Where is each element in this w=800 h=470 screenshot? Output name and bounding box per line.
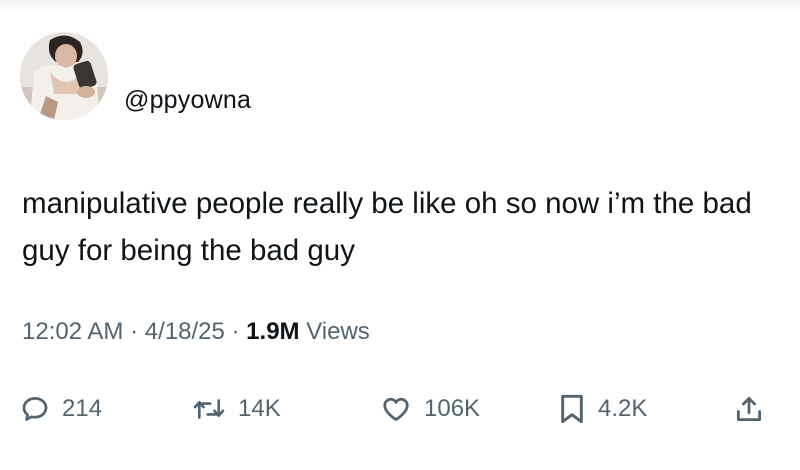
avatar-image [20, 32, 108, 120]
share-upload-icon [737, 397, 761, 421]
tweet-metadata: 12:02 AM · 4/18/25 · 1.9M Views [22, 318, 370, 346]
bookmark-count: 4.2K [598, 395, 648, 422]
reply-count: 214 [62, 395, 103, 422]
like-button[interactable]: 106K [380, 386, 480, 432]
speech-bubble-icon [22, 397, 48, 421]
repost-arrows-icon [193, 399, 225, 419]
like-count: 106K [424, 395, 481, 422]
tweet-text: manipulative people really be like oh so… [22, 187, 752, 267]
repost-button[interactable]: 14K [192, 386, 281, 432]
meta-separator: · [130, 318, 139, 345]
heart-icon [383, 397, 409, 421]
bookmark-button[interactable]: 4.2K [558, 386, 647, 432]
avatar[interactable] [20, 32, 108, 120]
top-edge-shadow [0, 0, 800, 14]
bookmark-icon [561, 394, 583, 424]
tweet-date[interactable]: 4/18/25 [145, 318, 225, 345]
share-button[interactable] [734, 386, 764, 432]
repost-count: 14K [238, 395, 281, 422]
tweet-time[interactable]: 12:02 AM [22, 318, 123, 345]
views-count: 1.9M [246, 318, 300, 345]
views-label: Views [306, 318, 370, 345]
reply-button[interactable]: 214 [20, 386, 102, 432]
user-handle[interactable]: @ppyowna [124, 86, 251, 115]
action-bar: 214 14K 106K 4.2K [0, 386, 800, 432]
meta-separator: · [231, 318, 240, 345]
